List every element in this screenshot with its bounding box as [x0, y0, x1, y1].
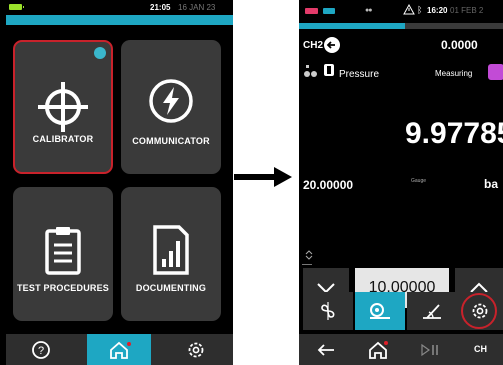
- status-bar: 21:05 16 JAN 23: [0, 0, 233, 14]
- signal-dots: ●●: [365, 7, 373, 14]
- warning-icon: [403, 4, 415, 15]
- settings-tool-button[interactable]: [455, 292, 503, 330]
- pump-tool-button[interactable]: [355, 292, 405, 330]
- home-badge: [127, 342, 131, 346]
- main-reading: 9.97785: [405, 117, 503, 150]
- svg-text:?: ?: [38, 345, 44, 357]
- connection-icon: [323, 8, 335, 14]
- calibrator-tile[interactable]: CALIBRATOR: [13, 40, 113, 174]
- screenshot-stage: 21:05 16 JAN 23 CALIBRATOR COMMUNICATOR: [0, 0, 503, 365]
- progress-bar: [6, 15, 233, 25]
- fan-icon: [321, 302, 335, 320]
- measure-mode-icon[interactable]: [488, 64, 503, 80]
- calibrator-label: CALIBRATOR: [32, 134, 94, 144]
- documenting-label: DOCUMENTING: [135, 283, 207, 293]
- gauge-label: Gauge: [411, 178, 427, 184]
- test-procedures-tile[interactable]: TEST PROCEDURES: [13, 187, 113, 321]
- clipboard-icon: [45, 227, 81, 275]
- pump-icon: [370, 303, 390, 319]
- status-bar: ●● ᛒ 16:20 01 FEB 2: [299, 0, 503, 22]
- battery-icon: [9, 4, 24, 10]
- bluetooth-icon: ᛒ: [417, 5, 423, 15]
- home-button[interactable]: [353, 334, 403, 365]
- gear-icon: [188, 342, 204, 357]
- mode-label: Measuring: [435, 69, 473, 78]
- fan-tool-button[interactable]: [303, 292, 353, 330]
- bottom-nav: ?: [6, 334, 233, 365]
- communicator-tile[interactable]: COMMUNICATOR: [121, 40, 221, 174]
- channel-button[interactable]: CH: [455, 334, 503, 365]
- home-button[interactable]: [87, 334, 151, 365]
- right-arrow-icon: [234, 167, 292, 187]
- pressure-sensor-icon: [304, 65, 317, 77]
- range-value: 20.00000: [303, 178, 354, 192]
- progress-bar: [299, 23, 405, 29]
- setpoint-value: 0.0000: [441, 38, 478, 52]
- play-pause-button[interactable]: [405, 334, 455, 365]
- back-button[interactable]: [301, 334, 351, 365]
- angle-icon: [423, 304, 441, 319]
- right-device-screen: ●● ᛒ 16:20 01 FEB 2 CH2 0.0000 Pressure: [299, 0, 503, 365]
- channel-label: CH2: [303, 40, 324, 51]
- valve-tool-button[interactable]: [407, 292, 457, 330]
- divider: [302, 264, 312, 265]
- progress-track: [405, 23, 503, 29]
- help-button[interactable]: ?: [11, 334, 71, 365]
- expand-icon[interactable]: [304, 250, 314, 260]
- unit-label: ba: [484, 177, 499, 191]
- lightning-icon: [149, 79, 193, 123]
- gauge-device-icon: [324, 64, 334, 76]
- back-arrow-icon: [317, 343, 334, 356]
- channel-switch-icon[interactable]: [323, 36, 341, 54]
- communicator-label: COMMUNICATOR: [132, 136, 210, 146]
- battery-icon: [305, 8, 318, 14]
- gear-icon: [472, 303, 488, 319]
- document-chart-icon: [153, 225, 189, 275]
- measure-type: Pressure: [339, 69, 380, 80]
- channel-nav-label: CH: [474, 344, 487, 354]
- status-date: 16 JAN 23: [178, 3, 216, 12]
- status-time: 21:05: [150, 3, 171, 12]
- question-icon: ?: [32, 340, 50, 359]
- crosshair-icon: [38, 82, 88, 132]
- left-device-screen: 21:05 16 JAN 23 CALIBRATOR COMMUNICATOR: [0, 0, 233, 365]
- status-date: 01 FEB 2: [450, 6, 484, 15]
- documenting-tile[interactable]: DOCUMENTING: [121, 187, 221, 321]
- home-badge: [384, 341, 388, 345]
- test-procedures-label: TEST PROCEDURES: [16, 283, 109, 293]
- settings-button[interactable]: [166, 334, 226, 365]
- bottom-nav: CH: [299, 334, 503, 365]
- status-time: 16:20: [427, 6, 448, 15]
- play-pause-icon: [421, 343, 438, 356]
- notification-dot: [94, 47, 106, 59]
